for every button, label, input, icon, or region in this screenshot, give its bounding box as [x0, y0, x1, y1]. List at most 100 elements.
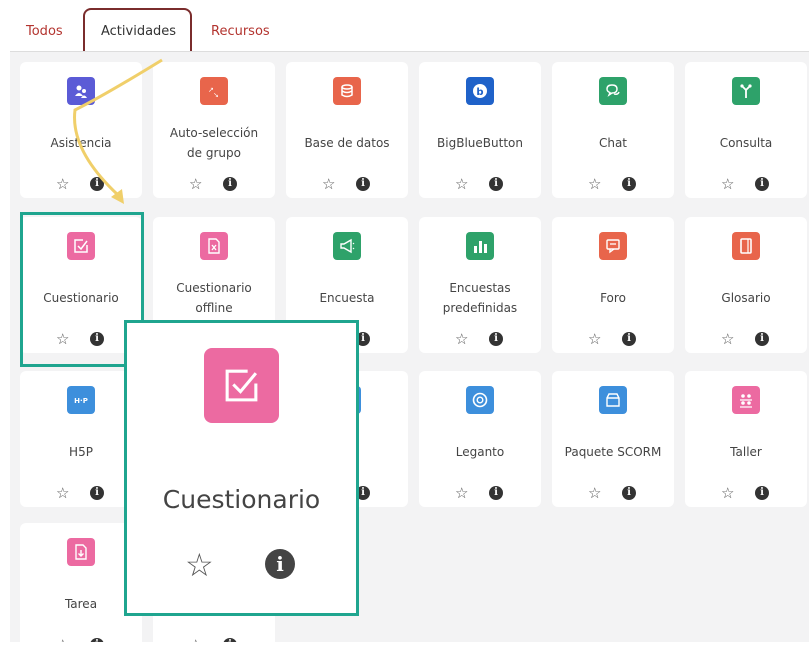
glossary-icon: [732, 232, 760, 260]
activity-card[interactable]: b BigBlueButton ☆ i: [419, 62, 541, 198]
activity-actions: ☆i: [419, 176, 541, 194]
activity-card[interactable]: Glosario ☆ i: [685, 217, 807, 353]
activity-label: Encuesta: [319, 291, 375, 305]
star-icon[interactable]: ☆: [721, 176, 734, 192]
forum-icon: [599, 232, 627, 260]
attendance-icon: [67, 77, 95, 105]
quiz-zoom-icon: [204, 348, 279, 423]
star-icon[interactable]: ☆: [56, 485, 69, 501]
activity-actions: ☆i: [419, 485, 541, 503]
activity-actions: ☆i: [685, 331, 807, 349]
info-icon[interactable]: i: [489, 177, 503, 191]
activity-label: Glosario: [721, 291, 771, 305]
star-icon[interactable]: ☆: [455, 485, 468, 501]
info-icon[interactable]: i: [755, 332, 769, 346]
activity-actions: ☆i: [153, 176, 275, 194]
activity-card[interactable]: Chat ☆ i: [552, 62, 674, 198]
tab-todos[interactable]: Todos: [26, 24, 63, 39]
info-icon[interactable]: i: [622, 486, 636, 500]
star-icon[interactable]: ☆: [56, 637, 69, 642]
activity-actions: ☆i: [419, 331, 541, 349]
choice-icon: [732, 77, 760, 105]
star-icon[interactable]: ☆: [455, 176, 468, 192]
activity-label: Consulta: [719, 136, 773, 150]
svg-text:H·P: H·P: [74, 397, 88, 405]
activity-label: Leganto: [455, 445, 505, 459]
activity-label: Paquete SCORM: [564, 445, 662, 459]
activity-card[interactable]: Base de datos ☆ i: [286, 62, 408, 198]
star-icon[interactable]: ☆: [721, 331, 734, 347]
svg-text:↘: ↘: [213, 91, 219, 99]
activity-actions: ☆i: [20, 176, 142, 194]
info-icon[interactable]: i: [622, 177, 636, 191]
quiz-zoom-callout: Cuestionario ☆ i: [124, 320, 359, 616]
activity-card[interactable]: Asistencia ☆ i: [20, 62, 142, 198]
info-icon[interactable]: i: [223, 177, 237, 191]
activity-card[interactable]: Consulta ☆ i: [685, 62, 807, 198]
activity-actions: ☆i: [552, 485, 674, 503]
tab-recursos[interactable]: Recursos: [211, 24, 270, 39]
activity-label: Foro: [600, 291, 626, 305]
activity-label: Asistencia: [50, 136, 112, 150]
assignment-icon: [67, 538, 95, 566]
quiz-zoom-label: Cuestionario: [162, 485, 321, 514]
database-icon: [333, 77, 361, 105]
star-icon[interactable]: ☆: [185, 549, 214, 581]
star-icon[interactable]: ☆: [56, 176, 69, 192]
activity-label: H5P: [69, 445, 93, 459]
activity-label: Base de datos: [304, 136, 390, 150]
activity-label: Auto-selección de grupo: [169, 126, 259, 160]
activity-actions: ☆i: [20, 637, 142, 642]
activity-card[interactable]: Taller ☆ i: [685, 371, 807, 507]
info-icon[interactable]: i: [223, 638, 237, 642]
scorm-icon: [599, 386, 627, 414]
info-icon[interactable]: i: [489, 486, 503, 500]
activity-label: Chat: [598, 136, 628, 150]
activity-actions: ☆i: [153, 637, 275, 642]
h5p-icon: H·P: [67, 386, 95, 414]
feedback-icon: [333, 232, 361, 260]
group-select-icon: ↗ ↘: [200, 77, 228, 105]
workshop-icon: [732, 386, 760, 414]
star-icon[interactable]: ☆: [588, 485, 601, 501]
bigbluebutton-icon: b: [466, 77, 494, 105]
activity-card[interactable]: Encuestas predefinidas ☆ i: [419, 217, 541, 353]
activity-card[interactable]: Paquete SCORM ☆ i: [552, 371, 674, 507]
survey-icon: [466, 232, 494, 260]
activity-label: Tarea: [64, 597, 98, 611]
star-icon[interactable]: ☆: [588, 176, 601, 192]
info-icon[interactable]: i: [90, 638, 104, 642]
activity-actions: ☆i: [685, 176, 807, 194]
chat-icon: [599, 77, 627, 105]
activity-chooser-tabs: Todos Actividades Recursos: [0, 0, 809, 52]
activity-label: Taller: [730, 445, 762, 459]
activity-label: Cuestionario offline: [176, 281, 252, 315]
activity-actions: ☆i: [286, 176, 408, 194]
info-icon[interactable]: i: [755, 486, 769, 500]
star-icon[interactable]: ☆: [455, 331, 468, 347]
activity-card[interactable]: Leganto ☆ i: [419, 371, 541, 507]
leganto-icon: [466, 386, 494, 414]
activity-actions: ☆i: [685, 485, 807, 503]
star-icon[interactable]: ☆: [189, 637, 202, 642]
svg-text:b: b: [476, 87, 483, 98]
info-icon[interactable]: i: [489, 332, 503, 346]
info-icon[interactable]: i: [90, 486, 104, 500]
info-icon[interactable]: i: [90, 177, 104, 191]
activity-label: Encuestas predefinidas: [442, 281, 518, 315]
star-icon[interactable]: ☆: [322, 176, 335, 192]
tab-actividades[interactable]: Actividades: [101, 24, 176, 39]
info-icon[interactable]: i: [265, 549, 295, 579]
info-icon[interactable]: i: [755, 177, 769, 191]
info-icon[interactable]: i: [356, 177, 370, 191]
activity-actions: ☆i: [552, 176, 674, 194]
activity-actions: ☆i: [552, 331, 674, 349]
activity-card[interactable]: ↗ ↘ Auto-selección de grupo ☆ i: [153, 62, 275, 198]
star-icon[interactable]: ☆: [189, 176, 202, 192]
activity-card[interactable]: Foro ☆ i: [552, 217, 674, 353]
star-icon[interactable]: ☆: [588, 331, 601, 347]
activity-label: BigBlueButton: [437, 136, 523, 150]
offline-quiz-icon: [200, 232, 228, 260]
info-icon[interactable]: i: [622, 332, 636, 346]
star-icon[interactable]: ☆: [721, 485, 734, 501]
